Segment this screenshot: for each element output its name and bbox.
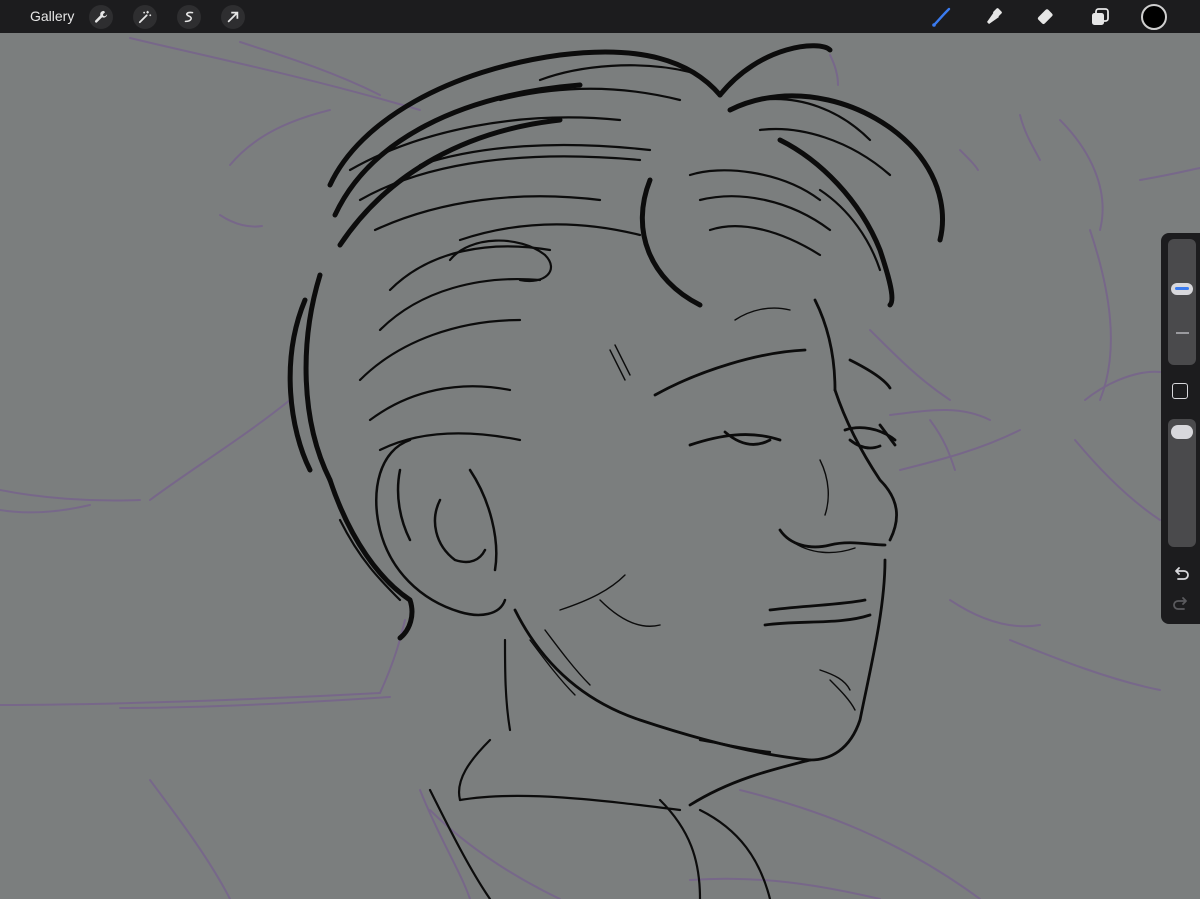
brush-opacity-thumb[interactable] xyxy=(1171,425,1193,439)
color-picker-button[interactable] xyxy=(1141,4,1167,30)
smudge-tool-button[interactable] xyxy=(981,4,1007,30)
transform-arrow-icon xyxy=(227,11,239,23)
layers-icon xyxy=(1092,8,1109,25)
brush-size-marker xyxy=(1176,332,1189,334)
redo-icon xyxy=(1173,597,1187,610)
redo-button[interactable] xyxy=(1170,593,1192,615)
brush-tool-button[interactable] xyxy=(928,4,954,30)
transform-button[interactable] xyxy=(221,5,245,29)
wrench-icon xyxy=(94,10,108,23)
undo-icon xyxy=(1175,567,1189,580)
drawing-canvas[interactable] xyxy=(0,33,1200,899)
actions-button[interactable] xyxy=(89,5,113,29)
magic-wand-icon xyxy=(138,10,152,24)
eraser-icon xyxy=(1037,9,1053,24)
eraser-tool-button[interactable] xyxy=(1034,4,1060,30)
layers-button[interactable] xyxy=(1087,4,1113,30)
brush-opacity-slider[interactable] xyxy=(1168,419,1196,547)
brush-icon xyxy=(932,7,951,27)
smudge-icon xyxy=(987,8,1002,24)
selection-icon xyxy=(184,11,194,23)
brush-sidebar xyxy=(1161,233,1200,624)
top-toolbar: Gallery xyxy=(0,0,1200,33)
adjustments-button[interactable] xyxy=(133,5,157,29)
gallery-button[interactable]: Gallery xyxy=(30,8,74,24)
canvas-background xyxy=(0,33,1200,899)
undo-button[interactable] xyxy=(1170,563,1192,585)
brush-size-thumb[interactable] xyxy=(1171,283,1193,296)
selection-button[interactable] xyxy=(177,5,201,29)
brush-size-slider[interactable] xyxy=(1168,239,1196,365)
modify-square-icon[interactable] xyxy=(1172,383,1188,399)
